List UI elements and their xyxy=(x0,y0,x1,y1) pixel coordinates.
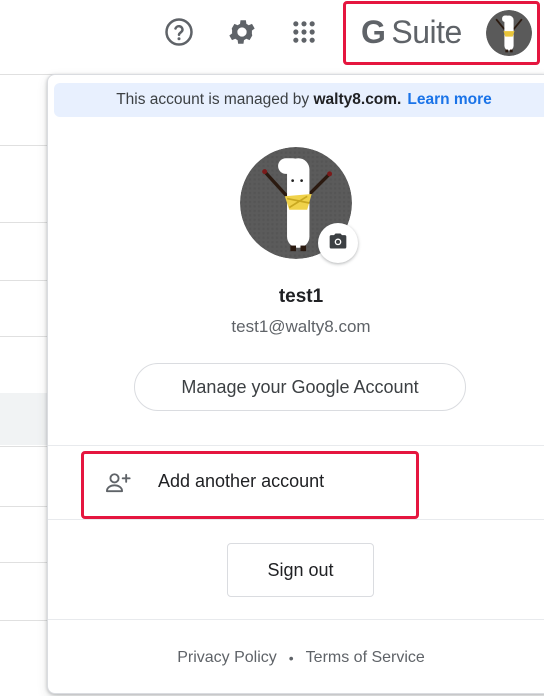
footer-links: Privacy Policy • Terms of Service xyxy=(48,649,544,667)
camera-icon xyxy=(328,231,348,256)
gear-icon[interactable] xyxy=(224,14,260,50)
person-add-icon xyxy=(104,469,132,497)
terms-of-service-link[interactable]: Terms of Service xyxy=(306,649,425,667)
sign-out-button[interactable]: Sign out xyxy=(227,543,374,597)
user-email: test1@walty8.com xyxy=(231,317,371,336)
managed-domain: walty8.com. xyxy=(313,91,402,108)
avatar[interactable] xyxy=(486,10,532,56)
learn-more-link[interactable]: Learn more xyxy=(407,91,491,109)
divider xyxy=(48,519,544,520)
user-name: test1 xyxy=(278,286,324,307)
help-circle-icon[interactable] xyxy=(161,14,197,50)
divider xyxy=(48,619,544,620)
manage-account-button[interactable]: Manage your Google Account xyxy=(134,363,466,411)
top-bar: G Suite xyxy=(0,0,544,70)
change-photo-button[interactable] xyxy=(318,223,358,263)
screen: G Suite This account is managed by walty8… xyxy=(0,0,544,696)
gsuite-logo[interactable]: G Suite xyxy=(361,12,462,52)
account-panel: This account is managed by walty8.com. Le… xyxy=(47,74,544,694)
add-account-label[interactable]: Add another account xyxy=(158,471,324,492)
privacy-policy-link[interactable]: Privacy Policy xyxy=(177,649,277,667)
managed-notice-text: This account is managed by xyxy=(116,91,310,108)
apps-grid-icon[interactable] xyxy=(286,14,322,50)
managed-notice: This account is managed by walty8.com. Le… xyxy=(54,83,544,117)
divider xyxy=(48,445,544,446)
footer-separator: • xyxy=(288,650,294,666)
